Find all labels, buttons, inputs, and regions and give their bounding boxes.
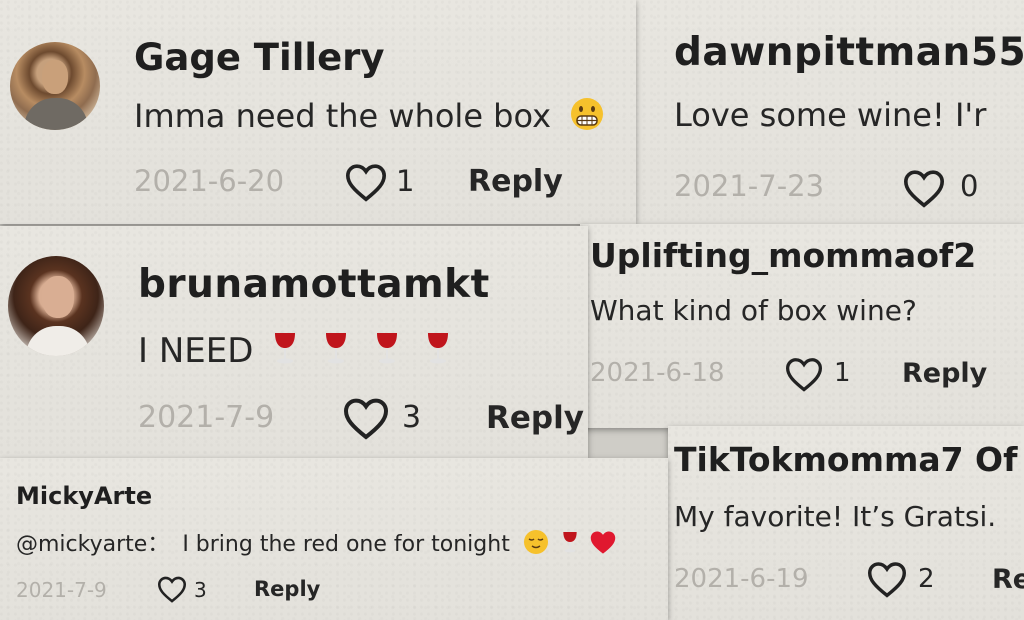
grimacing-face-icon (569, 96, 605, 140)
comment-username[interactable]: TikTokmomma7 Of (674, 440, 1017, 479)
comment-text-row: I NEED (138, 330, 453, 375)
wine-glass-icon (321, 330, 351, 375)
comment-card-dawnpittman55: dawnpittman55 Love some wine! I'r 2021-7… (636, 0, 1024, 226)
avatar-face (42, 60, 68, 94)
comment-date: 2021-6-18 (590, 358, 725, 388)
wine-glass-icon (560, 529, 580, 561)
comment-username[interactable]: dawnpittman55 (674, 30, 1024, 75)
wine-glass-icon (372, 330, 402, 375)
comment-card-tiktokmomma7: TikTokmomma7 Of My favorite! It’s Gratsi… (668, 426, 1024, 620)
comment-date: 2021-7-9 (138, 400, 275, 435)
like-heart-icon[interactable] (784, 356, 824, 392)
like-count: 3 (194, 578, 207, 602)
like-count: 0 (960, 169, 979, 203)
reply-button[interactable]: Reply (902, 358, 987, 389)
comment-card-uplifting-mommaof2: Uplifting_mommaof2 What kind of box wine… (580, 224, 1024, 428)
comment-username[interactable]: Uplifting_mommaof2 (590, 236, 976, 275)
like-count: 1 (834, 358, 851, 388)
comment-date: 2021-6-19 (674, 564, 809, 594)
comment-text-row: Imma need the whole box (134, 96, 605, 140)
comment-text: What kind of box wine? (590, 294, 917, 327)
comment-text-row: @mickyarte： I bring the red one for toni… (16, 526, 617, 561)
like-heart-icon[interactable] (156, 575, 188, 603)
reply-button[interactable]: Reply (486, 400, 584, 436)
comment-card-gage-tillery: Gage Tillery Imma need the whole box 202… (0, 0, 636, 224)
like-heart-icon[interactable] (866, 560, 908, 598)
like-heart-icon[interactable] (342, 396, 390, 440)
comment-card-mickyarte: MickyArte @mickyarte： I bring the red on… (0, 458, 668, 620)
like-count: 2 (918, 564, 935, 594)
comment-card-brunamottamkt: brunamottamkt I NEED 2021-7-9 3 Reply (0, 226, 588, 458)
like-heart-icon[interactable] (344, 162, 388, 202)
comment-text: I bring the red one for tonight (182, 532, 510, 557)
comment-username[interactable]: brunamottamkt (138, 262, 490, 307)
reply-button[interactable]: Reply (254, 577, 320, 601)
comment-username[interactable]: Gage Tillery (134, 36, 385, 79)
like-count: 1 (396, 164, 415, 198)
comment-text: My favorite! It’s Gratsi. (674, 500, 997, 533)
like-count: 3 (402, 400, 422, 435)
avatar[interactable] (10, 42, 100, 130)
reply-button[interactable]: Reply (468, 164, 563, 199)
wine-glass-icon (423, 330, 453, 375)
like-heart-icon[interactable] (902, 168, 946, 208)
avatar-face (42, 276, 74, 318)
comment-date: 2021-7-9 (16, 578, 107, 602)
comment-mention[interactable]: @mickyarte： (16, 532, 169, 557)
comment-date: 2021-7-23 (674, 169, 825, 203)
comment-text: Imma need the whole box (134, 97, 552, 135)
reply-button[interactable]: Re (992, 564, 1024, 595)
avatar-shirt (24, 98, 88, 130)
red-heart-icon (589, 529, 617, 561)
comment-date: 2021-6-20 (134, 164, 285, 198)
wine-glass-icon (270, 330, 300, 375)
comment-username[interactable]: MickyArte (16, 482, 152, 510)
comment-text: Love some wine! I'r (674, 96, 987, 134)
avatar-shirt (26, 326, 90, 356)
relieved-face-icon (523, 529, 549, 561)
comment-text: I NEED (138, 331, 254, 371)
avatar[interactable] (8, 256, 104, 356)
